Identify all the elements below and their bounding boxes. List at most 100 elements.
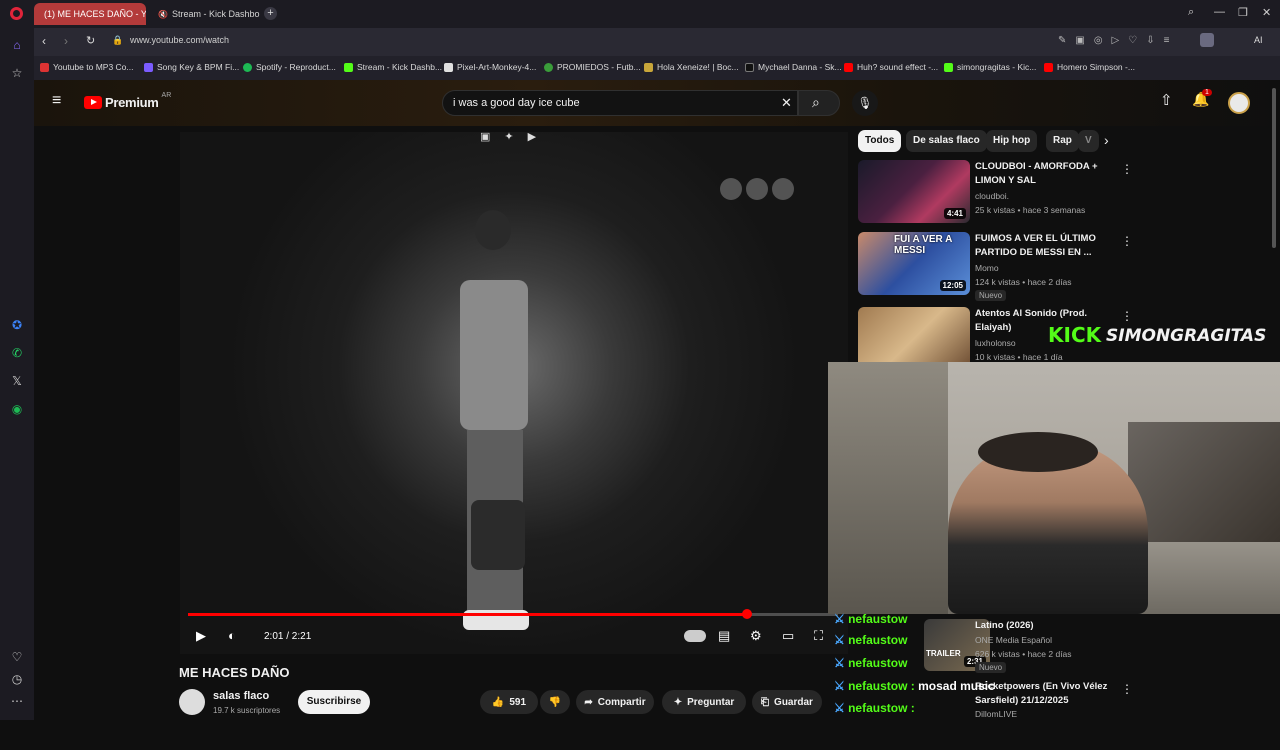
video-overlay-buttons[interactable]: ▣✦▶ (480, 132, 550, 143)
settings-gear-icon[interactable]: ⚙ (750, 628, 762, 644)
chat-badge-icon: ⚔ (834, 679, 849, 693)
forward-icon[interactable]: › (64, 34, 68, 48)
more-options-icon[interactable]: ⋮ (1121, 162, 1133, 176)
related-video-title[interactable]: CLOUDBOI - AMORFODA + LIMON Y SAL (975, 160, 1115, 188)
related-video-title[interactable]: Rocketpowers (En Vivo Vélez Sarsfield) 2… (975, 680, 1115, 708)
chip-more[interactable]: V (1078, 130, 1099, 152)
more-options-icon[interactable]: ⋮ (1121, 309, 1133, 323)
bookmark-item[interactable]: PROMIEDOS - Futb... (544, 62, 641, 72)
video-thumbnail[interactable]: FUI A VER A MESSI 12:05 (858, 232, 970, 295)
opera-logo-icon[interactable] (10, 7, 23, 20)
minimize-icon[interactable]: — (1214, 6, 1225, 18)
ask-label: Preguntar (687, 696, 735, 708)
chat-username: nefaustow (848, 656, 908, 670)
bookmark-item[interactable]: Mychael Danna - Sk... (745, 62, 842, 72)
bookmark-item[interactable]: Pixel-Art-Monkey-4... (444, 62, 536, 72)
chip-todos[interactable]: Todos (858, 130, 902, 152)
scrollbar[interactable] (1272, 88, 1276, 248)
chip-hip-hop[interactable]: Hip hop (986, 130, 1038, 152)
history-icon[interactable]: ◷ (9, 672, 25, 688)
back-icon[interactable]: ‹ (42, 34, 46, 48)
menu-icon[interactable]: ≡ (52, 92, 61, 110)
related-video-channel[interactable]: DillomLIVE (975, 709, 1017, 719)
video-thumbnail[interactable] (858, 307, 970, 370)
video-player[interactable]: ▣✦▶ ▶ ◐ 2:01 / 2:21 ▤ ⚙ ▭ ⛶ (180, 132, 848, 654)
duration-badge: 4:41 (943, 208, 966, 219)
whatsapp-icon[interactable]: ✆ (9, 346, 25, 362)
bookmark-label: Huh? sound effect -... (857, 62, 939, 72)
related-video-title[interactable]: Latino (2026) (975, 619, 1115, 633)
x-twitter-icon[interactable]: 𝕏 (9, 374, 25, 390)
progress-bar[interactable] (188, 609, 838, 619)
ai-button[interactable]: AI (1254, 35, 1263, 45)
chip-rap[interactable]: Rap (1046, 130, 1079, 152)
video-title: ME HACES DAÑO (179, 665, 290, 680)
related-video[interactable]: 4:41 CLOUDBOI - AMORFODA + LIMON Y SAL c… (858, 160, 1148, 230)
spotify-icon[interactable]: ◉ (9, 402, 25, 418)
related-video-title[interactable]: FUIMOS A VER EL ÚLTIMO PARTIDO DE MESSI … (975, 232, 1115, 260)
related-video-channel[interactable]: luxholonso (975, 338, 1016, 348)
fullscreen-icon[interactable]: ⛶ (814, 628, 823, 644)
tab-youtube[interactable]: (1) ME HACES DAÑO - Yo (34, 3, 146, 25)
like-button[interactable]: 👍 591 (480, 690, 538, 714)
related-video-meta: 25 k vistas • hace 3 semanas (975, 205, 1086, 215)
more-options-icon[interactable]: ⋮ (1121, 682, 1133, 696)
search-tabs-icon[interactable]: ⌕ (1188, 6, 1194, 19)
search-input[interactable]: i was a good day ice cube ✕ (442, 90, 798, 116)
bookmark-favicon-icon (144, 62, 153, 72)
sparkle-icon: ✦ (673, 696, 683, 708)
bookmark-item[interactable]: simongragitas - Kic... (944, 62, 1036, 72)
microphone-icon: 🎙 (857, 96, 873, 110)
channel-avatar[interactable] (179, 689, 205, 715)
bookmark-item[interactable]: Spotify - Reproduct... (243, 62, 336, 72)
save-button[interactable]: ⎗ Guardar (752, 690, 822, 714)
video-thumbnail[interactable]: 4:41 (858, 160, 970, 223)
related-video-channel[interactable]: cloudboi. (975, 191, 1009, 201)
bookmark-item[interactable]: Youtube to MP3 Co... (40, 62, 134, 72)
subscribe-button[interactable]: Suscribirse (298, 690, 370, 714)
clear-search-icon[interactable]: ✕ (781, 95, 792, 111)
play-icon[interactable]: ▶ (196, 628, 206, 644)
related-video[interactable]: FUI A VER A MESSI 12:05 FUIMOS A VER EL … (858, 232, 1148, 302)
star-icon[interactable]: ☆ (9, 66, 25, 82)
chat-badge-icon: ⚔ (834, 612, 849, 626)
messenger-icon[interactable]: ✪ (9, 318, 25, 334)
related-video-meta: 10 k vistas • hace 1 día (975, 352, 1063, 362)
bookmark-item[interactable]: Song Key & BPM Fi... (144, 62, 239, 72)
youtube-logo[interactable]: Premium AR (84, 92, 171, 110)
related-video-channel[interactable]: ONE Media Español (975, 635, 1052, 645)
extensions-icons[interactable]: ✎▣◎▷♡⇩≡ (1058, 35, 1178, 46)
voice-search-button[interactable]: 🎙 (852, 90, 878, 116)
avatar[interactable] (1228, 92, 1250, 114)
dislike-button[interactable]: 👎 (540, 690, 570, 714)
more-icon[interactable]: ⋯ (9, 694, 25, 710)
subtitles-icon[interactable]: ▤ (718, 628, 730, 644)
heart-icon[interactable]: ♡ (9, 650, 25, 666)
restore-icon[interactable]: ❐ (1238, 6, 1248, 19)
new-tab-button[interactable]: + (264, 7, 277, 20)
ask-button[interactable]: ✦ Preguntar (662, 690, 746, 714)
close-window-icon[interactable]: ✕ (1262, 6, 1271, 19)
chips-next-icon[interactable]: › (1104, 132, 1109, 148)
home-icon[interactable]: ⌂ (9, 38, 25, 54)
reload-icon[interactable]: ↻ (86, 34, 95, 47)
bookmark-item[interactable]: Huh? sound effect -... (844, 62, 938, 72)
related-video-meta: 626 k vistas • hace 2 días (975, 649, 1072, 659)
channel-name[interactable]: salas flaco (213, 690, 269, 702)
bookmark-item[interactable]: Homero Simpson -... (1044, 62, 1135, 72)
bookmark-item[interactable]: Hola Xeneize! | Boc... (644, 62, 739, 72)
miniplayer-icon[interactable]: ▭ (782, 628, 794, 644)
volume-icon[interactable]: ◐ (228, 628, 236, 643)
upload-icon[interactable]: ⇧ (1160, 91, 1173, 109)
profile-icon[interactable] (1200, 33, 1214, 47)
share-button[interactable]: ➦ Compartir (576, 690, 654, 714)
chip-de-salas-flaco[interactable]: De salas flaco (906, 130, 987, 152)
progress-scrubber[interactable] (742, 609, 752, 619)
url-text[interactable]: www.youtube.com/watch (130, 35, 229, 45)
tab-kick-dashboard[interactable]: 🔇 Stream - Kick Dashbo (148, 3, 260, 25)
search-button[interactable]: ⌕ (798, 90, 840, 116)
more-options-icon[interactable]: ⋮ (1121, 234, 1133, 248)
autoplay-toggle[interactable] (684, 630, 706, 642)
bookmark-item[interactable]: Stream - Kick Dashb... (344, 62, 442, 72)
related-video-channel[interactable]: Momo (975, 263, 999, 273)
